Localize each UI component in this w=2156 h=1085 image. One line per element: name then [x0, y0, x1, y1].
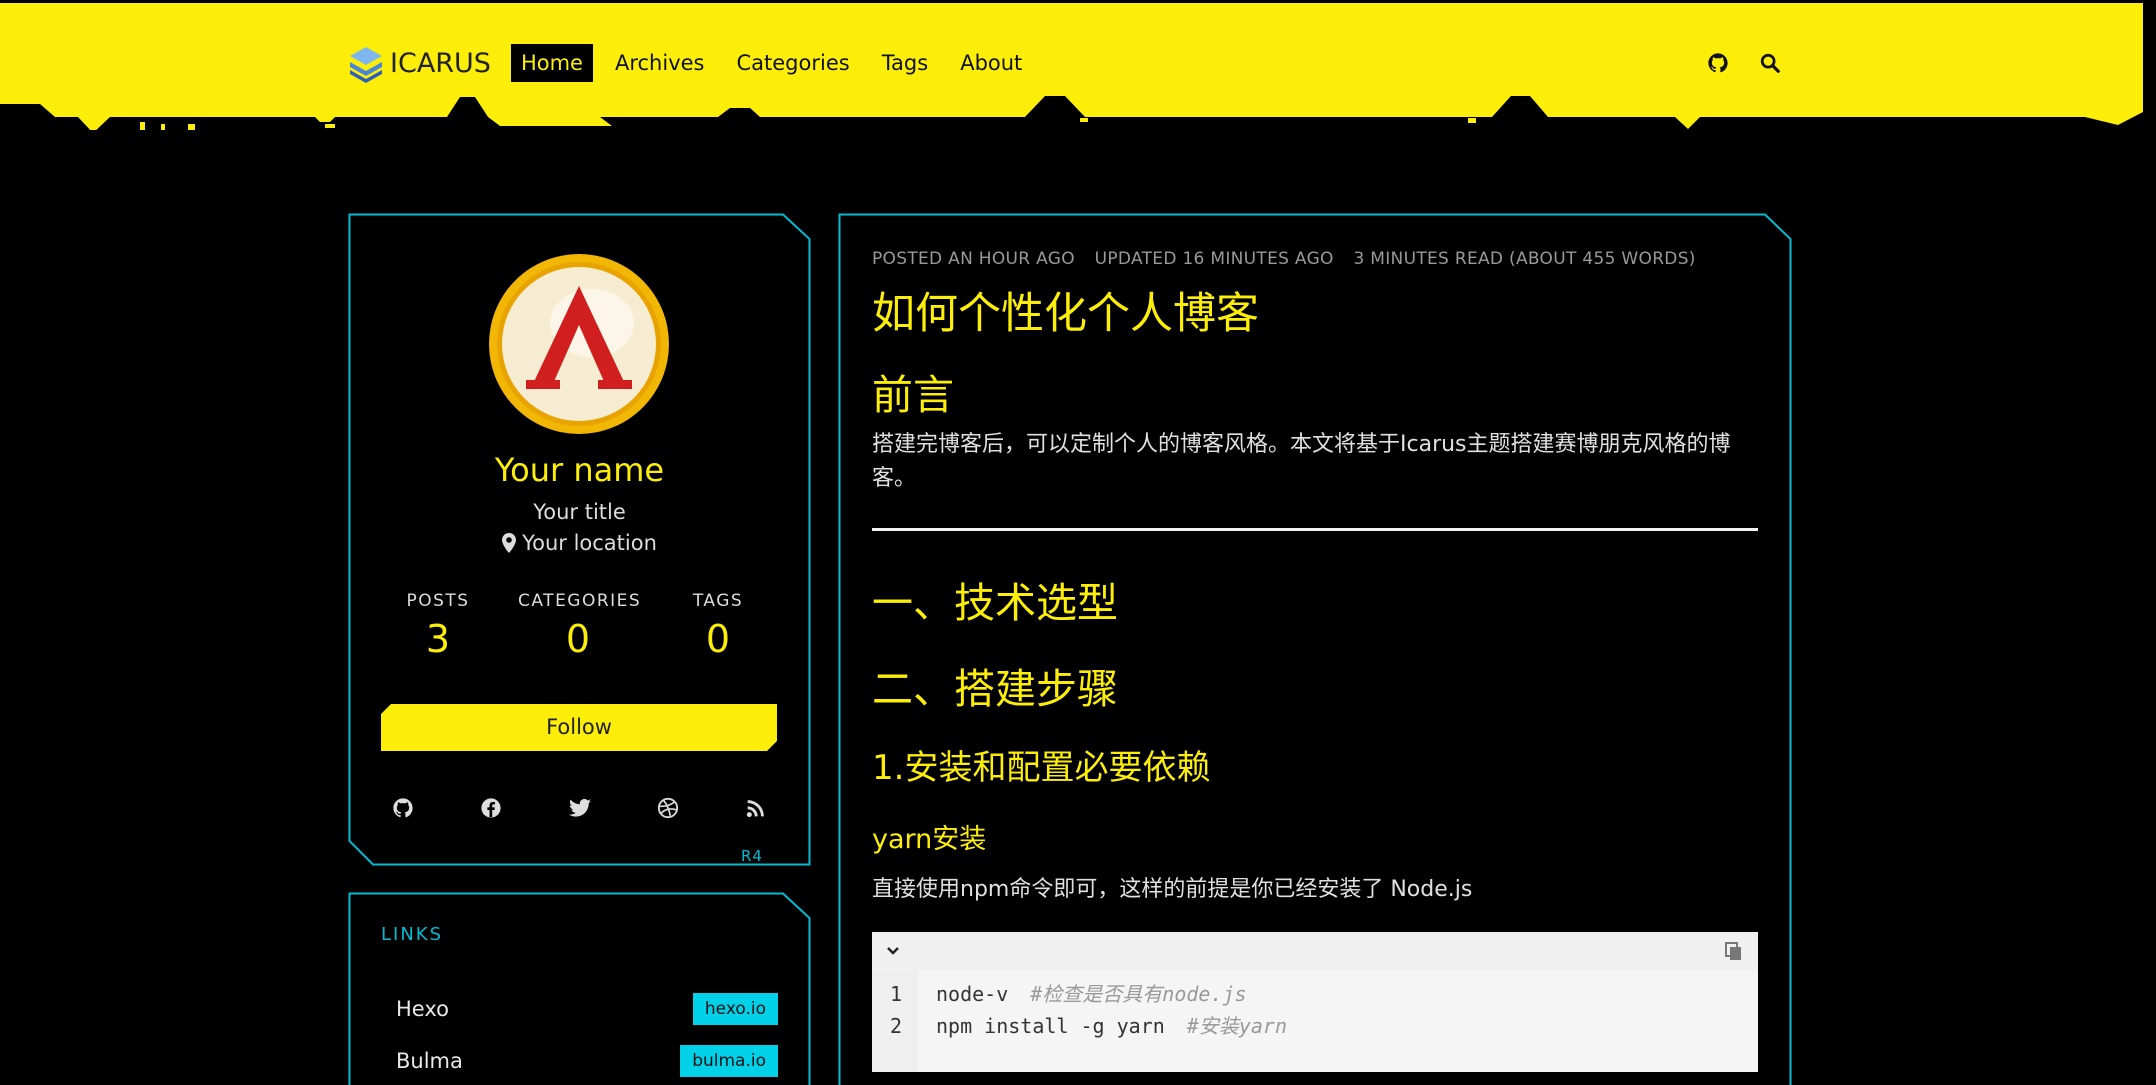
nav-archives[interactable]: Archives	[605, 44, 715, 82]
heading-yarn-install: yarn安装	[872, 824, 987, 855]
copy-icon[interactable]	[1722, 940, 1744, 962]
links-heading: LINKS	[381, 924, 444, 945]
nav-github-link[interactable]	[1692, 41, 1744, 85]
social-rss[interactable]	[741, 793, 771, 823]
code-block: 1 node-v #检查是否具有node.js 2 npm install -g …	[872, 932, 1758, 1072]
code-block-header	[872, 932, 1758, 970]
map-marker-icon	[502, 533, 517, 553]
follow-button[interactable]: Follow	[381, 704, 777, 751]
meta-posted: POSTED AN HOUR AGO	[872, 249, 1075, 269]
article-meta: POSTED AN HOUR AGO UPDATED 16 MINUTES AG…	[872, 249, 1710, 269]
link-url-tag: hexo.io	[692, 993, 778, 1025]
link-item-hexo[interactable]: Hexo hexo.io	[396, 992, 778, 1026]
code-line: 2 npm install -g yarn #安装yarn	[872, 1010, 1758, 1042]
navbar-container: ICARUS Home Archives Categories Tags Abo…	[348, 41, 1796, 85]
profile-stats: POSTS 3 CATEGORIES 0 TAGS 0	[378, 591, 778, 661]
heading-build-steps: 二、搭建步骤	[872, 665, 1118, 713]
meta-updated: UPDATED 16 MINUTES AGO	[1094, 249, 1334, 269]
stat-heading: CATEGORIES	[518, 591, 642, 611]
code-command: node-v	[936, 982, 1009, 1006]
article-card: POSTED AN HOUR AGO UPDATED 16 MINUTES AG…	[838, 213, 1792, 1085]
link-item-bulma[interactable]: Bulma bulma.io	[396, 1044, 778, 1078]
dribbble-icon	[657, 797, 678, 819]
profile-location-text: Your location	[522, 531, 657, 555]
social-twitter[interactable]	[565, 793, 595, 823]
code-comment: #检查是否具有node.js	[1030, 982, 1247, 1006]
stat-heading: TAGS	[692, 591, 744, 611]
avatar	[489, 254, 669, 434]
social-dribbble[interactable]	[653, 793, 683, 823]
search-icon	[1760, 53, 1780, 73]
nav-about[interactable]: About	[950, 44, 1032, 82]
code-line: 1 node-v #检查是否具有node.js	[872, 978, 1758, 1010]
link-url-tag: bulma.io	[680, 1045, 778, 1077]
code-text: node-v #检查是否具有node.js	[936, 978, 1247, 1010]
social-facebook[interactable]	[476, 793, 506, 823]
social-links	[388, 793, 771, 823]
stat-heading: POSTS	[406, 591, 470, 611]
meta-read-time: 3 MINUTES READ (ABOUT 455 WORDS)	[1353, 249, 1696, 269]
icarus-logo-icon	[350, 47, 382, 83]
navbar: ICARUS Home Archives Categories Tags Abo…	[0, 0, 2143, 130]
links-card: LINKS Hexo hexo.io Bulma bulma.io	[348, 892, 811, 1085]
profile-location: Your location	[348, 531, 811, 555]
yarn-paragraph: 直接使用npm命令即可，这样的前提是你已经安装了 Node.js	[872, 877, 1473, 902]
nav-home[interactable]: Home	[510, 44, 593, 82]
follow-button-label: Follow	[546, 715, 612, 739]
navbar-end	[1692, 41, 1796, 85]
profile-name: Your name	[494, 451, 665, 489]
stat-value: 3	[425, 617, 451, 661]
code-command: npm install -g yarn	[936, 1014, 1165, 1038]
article-title[interactable]: 如何个性化个人博客	[872, 279, 1259, 341]
facebook-icon	[481, 798, 501, 818]
rss-icon	[746, 800, 764, 818]
card-corner-tag: R4	[741, 847, 763, 865]
nav-categories[interactable]: Categories	[727, 44, 860, 82]
stat-categories[interactable]: CATEGORIES 0	[518, 591, 642, 661]
link-name: Bulma	[396, 1049, 463, 1073]
stat-posts[interactable]: POSTS 3	[378, 591, 498, 661]
line-number: 1	[890, 982, 903, 1006]
twitter-icon	[568, 798, 591, 817]
profile-title: Your title	[533, 500, 626, 524]
link-name: Hexo	[396, 997, 449, 1021]
nav-search-button[interactable]	[1744, 41, 1796, 85]
brand[interactable]: ICARUS	[348, 43, 491, 83]
divider	[872, 528, 1758, 531]
social-github[interactable]	[388, 793, 418, 823]
heading-intro: 前言	[872, 371, 954, 419]
brand-text: ICARUS	[390, 47, 491, 79]
profile-card: Your name Your title Your location POSTS…	[348, 213, 811, 866]
github-icon	[1708, 53, 1728, 73]
github-icon	[393, 798, 413, 818]
nav-tags[interactable]: Tags	[872, 44, 939, 82]
heading-install-deps: 1.安装和配置必要依赖	[872, 748, 1211, 788]
line-number: 2	[890, 1014, 903, 1038]
code-comment: #安装yarn	[1186, 1014, 1287, 1038]
stat-tags[interactable]: TAGS 0	[658, 591, 778, 661]
stat-value: 0	[565, 617, 591, 661]
heading-tech-selection: 一、技术选型	[872, 579, 1118, 627]
chevron-down-icon[interactable]	[882, 940, 904, 962]
intro-paragraph: 搭建完博客后，可以定制个人的博客风格。本文将基于Icarus主题搭建赛博朋克风格…	[872, 432, 1731, 491]
code-text: npm install -g yarn #安装yarn	[936, 1010, 1287, 1042]
stat-value: 0	[705, 617, 731, 661]
